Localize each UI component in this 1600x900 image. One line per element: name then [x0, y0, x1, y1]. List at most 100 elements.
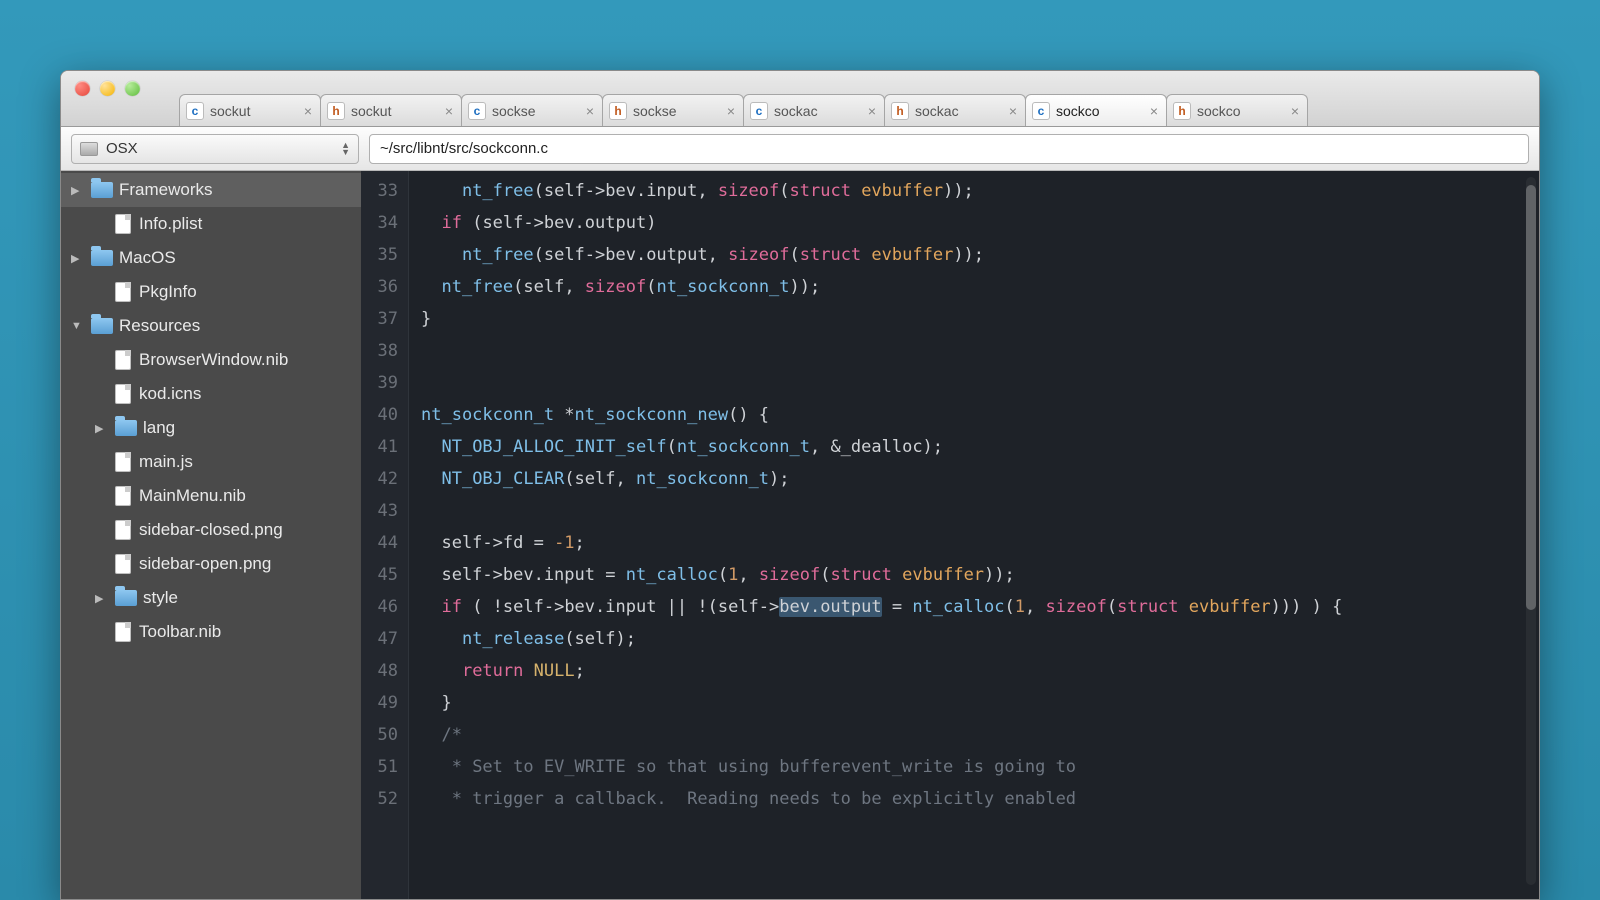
- file-icon: [115, 554, 131, 574]
- tab-sockut-h[interactable]: hsockut×: [320, 94, 462, 126]
- file-icon: [115, 486, 131, 506]
- code-line[interactable]: nt_free(self->bev.input, sizeof(struct e…: [421, 175, 1539, 207]
- code-line[interactable]: * trigger a callback. Reading needs to b…: [421, 783, 1539, 815]
- code-line[interactable]: * Set to EV_WRITE so that using bufferev…: [421, 751, 1539, 783]
- app-window: csockut×hsockut×csockse×hsockse×csockac×…: [60, 70, 1540, 900]
- disclosure-triangle-icon[interactable]: ▶: [71, 252, 85, 265]
- line-number: 43: [361, 495, 398, 527]
- tab-label: sockac: [774, 103, 818, 119]
- close-icon[interactable]: ×: [1009, 103, 1017, 119]
- file-info-plist[interactable]: Info.plist: [61, 207, 361, 241]
- tree-item-label: Toolbar.nib: [139, 622, 221, 642]
- close-icon[interactable]: ×: [727, 103, 735, 119]
- stepper-icon: ▲▼: [341, 142, 350, 156]
- folder-macos[interactable]: ▶ MacOS: [61, 241, 361, 275]
- code-line[interactable]: nt_release(self);: [421, 623, 1539, 655]
- tab-sockco-h[interactable]: hsockco ×: [1166, 94, 1308, 126]
- code-line[interactable]: nt_free(self, sizeof(nt_sockconn_t));: [421, 271, 1539, 303]
- code-line[interactable]: }: [421, 687, 1539, 719]
- tab-label: sockco: [1056, 103, 1100, 119]
- line-number: 40: [361, 399, 398, 431]
- project-selector[interactable]: OSX ▲▼: [71, 134, 359, 164]
- folder-style[interactable]: ▶ style: [61, 581, 361, 615]
- code-editor[interactable]: 3334353637383940414243444546474849505152…: [361, 171, 1539, 899]
- code-line[interactable]: /*: [421, 719, 1539, 751]
- code-line[interactable]: [421, 495, 1539, 527]
- file-browserwindow-nib[interactable]: BrowserWindow.nib: [61, 343, 361, 377]
- line-number: 34: [361, 207, 398, 239]
- scrollbar-thumb[interactable]: [1526, 185, 1536, 610]
- line-number: 41: [361, 431, 398, 463]
- close-icon[interactable]: ×: [586, 103, 594, 119]
- line-number: 49: [361, 687, 398, 719]
- tab-label: sockco: [1197, 103, 1241, 119]
- line-number: 36: [361, 271, 398, 303]
- tab-sockac-h[interactable]: hsockac×: [884, 94, 1026, 126]
- disclosure-triangle-icon[interactable]: ▶: [71, 184, 85, 197]
- tab-label: sockse: [492, 103, 536, 119]
- code-line[interactable]: return NULL;: [421, 655, 1539, 687]
- tab-sockse-c[interactable]: csockse×: [461, 94, 603, 126]
- tab-label: sockse: [633, 103, 677, 119]
- code-line[interactable]: NT_OBJ_ALLOC_INIT_self(nt_sockconn_t, &_…: [421, 431, 1539, 463]
- disclosure-triangle-icon[interactable]: ▶: [95, 592, 109, 605]
- filetype-h-icon: h: [609, 102, 627, 120]
- file-tree[interactable]: ▶FrameworksInfo.plist ▶ MacOS PkgInfo▼Resou…: [61, 171, 361, 899]
- code-line[interactable]: nt_sockconn_t *nt_sockconn_new() {: [421, 399, 1539, 431]
- folder-resources[interactable]: ▼Resources: [61, 309, 361, 343]
- tree-item-label: kod.icns: [139, 384, 201, 404]
- disclosure-triangle-icon[interactable]: ▶: [95, 422, 109, 435]
- file-icon: [115, 384, 131, 404]
- file-main-js[interactable]: main.js: [61, 445, 361, 479]
- code-area[interactable]: nt_free(self->bev.input, sizeof(struct e…: [409, 171, 1539, 899]
- line-gutter: 3334353637383940414243444546474849505152: [361, 171, 409, 899]
- tree-item-label: MainMenu.nib: [139, 486, 246, 506]
- tab-sockse-h[interactable]: hsockse ×: [602, 94, 744, 126]
- zoom-window-button[interactable]: [125, 81, 140, 96]
- folder-icon: [115, 420, 137, 436]
- code-line[interactable]: self->bev.input = nt_calloc(1, sizeof(st…: [421, 559, 1539, 591]
- vertical-scrollbar[interactable]: [1526, 177, 1536, 885]
- file-kod-icns[interactable]: kod.icns: [61, 377, 361, 411]
- file-icon: [115, 350, 131, 370]
- file-icon: [115, 622, 131, 642]
- file-sidebar-closed-png[interactable]: sidebar-closed.png: [61, 513, 361, 547]
- filetype-h-icon: h: [327, 102, 345, 120]
- tab-sockut-c[interactable]: csockut×: [179, 94, 321, 126]
- tree-item-label: lang: [143, 418, 175, 438]
- file-icon: [115, 452, 131, 472]
- tab-sockco-c[interactable]: csockco×: [1025, 94, 1167, 126]
- folder-lang[interactable]: ▶ lang: [61, 411, 361, 445]
- disclosure-triangle-icon[interactable]: ▼: [71, 320, 85, 332]
- file-sidebar-open-png[interactable]: sidebar-open.png: [61, 547, 361, 581]
- close-icon[interactable]: ×: [445, 103, 453, 119]
- code-line[interactable]: [421, 335, 1539, 367]
- file-mainmenu-nib[interactable]: MainMenu.nib: [61, 479, 361, 513]
- folder-frameworks[interactable]: ▶Frameworks: [61, 173, 361, 207]
- close-icon[interactable]: ×: [1150, 103, 1158, 119]
- filetype-h-icon: h: [1173, 102, 1191, 120]
- tree-item-label: sidebar-open.png: [139, 554, 271, 574]
- minimize-window-button[interactable]: [100, 81, 115, 96]
- close-window-button[interactable]: [75, 81, 90, 96]
- line-number: 33: [361, 175, 398, 207]
- tree-item-label: style: [143, 588, 178, 608]
- tab-sockac-c[interactable]: csockac×: [743, 94, 885, 126]
- code-line[interactable]: self->fd = -1;: [421, 527, 1539, 559]
- code-line[interactable]: nt_free(self->bev.output, sizeof(struct …: [421, 239, 1539, 271]
- filetype-h-icon: h: [891, 102, 909, 120]
- file-pkginfo[interactable]: PkgInfo: [61, 275, 361, 309]
- code-line[interactable]: if ( !self->bev.input || !(self->bev.out…: [421, 591, 1539, 623]
- line-number: 46: [361, 591, 398, 623]
- file-toolbar-nib[interactable]: Toolbar.nib: [61, 615, 361, 649]
- line-number: 42: [361, 463, 398, 495]
- code-line[interactable]: [421, 367, 1539, 399]
- tree-item-label: MacOS: [119, 248, 176, 268]
- close-icon[interactable]: ×: [1291, 103, 1299, 119]
- close-icon[interactable]: ×: [304, 103, 312, 119]
- code-line[interactable]: NT_OBJ_CLEAR(self, nt_sockconn_t);: [421, 463, 1539, 495]
- code-line[interactable]: if (self->bev.output): [421, 207, 1539, 239]
- close-icon[interactable]: ×: [868, 103, 876, 119]
- path-input[interactable]: [369, 134, 1529, 164]
- code-line[interactable]: }: [421, 303, 1539, 335]
